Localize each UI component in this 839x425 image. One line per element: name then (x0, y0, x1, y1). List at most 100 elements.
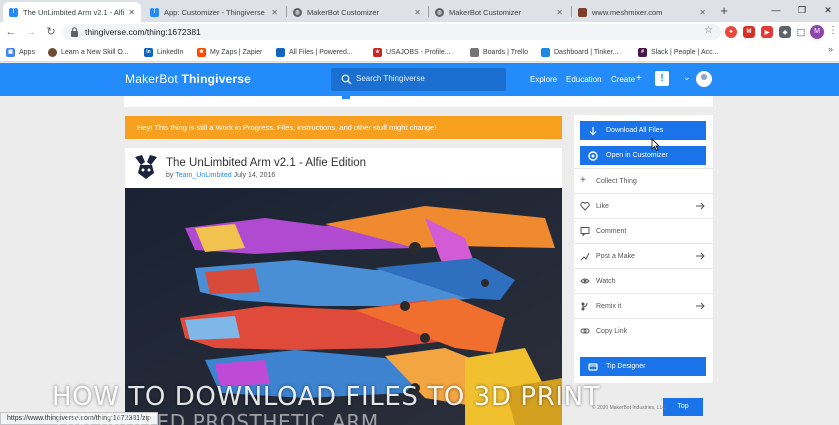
bookmark-item[interactable]: ★ USAJOBS - Profile... (373, 46, 451, 58)
content-top-strip (124, 96, 713, 107)
back-to-top-button[interactable]: Top (663, 398, 703, 416)
collect-thing-action[interactable]: + Collect Thing (574, 168, 713, 193)
bookmark-item[interactable]: Dashboard | Tinker... (541, 46, 618, 58)
arrow-right-icon (696, 252, 705, 260)
bookmark-label: Apps (19, 48, 35, 56)
work-in-progress-banner: Hey! This thing is still a Work in Progr… (125, 116, 562, 139)
action-label: Remix it (596, 302, 622, 310)
shield-extension-icon[interactable]: ◆ (779, 26, 791, 38)
tip-designer-button[interactable]: Tip Designer (580, 357, 706, 376)
logo-prefix: MakerBot (125, 72, 178, 86)
download-arrow-icon (589, 126, 597, 135)
tab-title: MakerBot Customizer (307, 7, 380, 17)
bookmark-item[interactable]: # Slack | People | Acc... (638, 46, 718, 58)
slack-icon: # (638, 47, 647, 57)
chevron-down-icon[interactable]: ⌄ (683, 72, 691, 83)
thing-byline: by Team_UnLimbited July 14, 2016 (166, 172, 275, 179)
bookmark-apps[interactable]: ▦ Apps (6, 46, 35, 58)
back-arrow-icon[interactable]: ← (4, 25, 18, 39)
link-icon (580, 328, 590, 334)
tip-designer-label: Tip Designer (606, 363, 646, 370)
search-input[interactable]: Search Thingiverse (331, 68, 506, 91)
nav-explore[interactable]: Explore (530, 75, 557, 84)
extensions-puzzle-icon[interactable]: ⬚ (795, 26, 807, 38)
gmail-extension-icon[interactable]: M (743, 26, 755, 38)
plus-icon: + (580, 175, 586, 186)
author-link[interactable]: Team_UnLimbited (175, 172, 231, 179)
publish-date: July 14, 2016 (233, 172, 276, 179)
close-tab-icon[interactable]: ✕ (414, 8, 421, 17)
page-content: Hey! This thing is still a Work in Progr… (0, 96, 839, 425)
tinkercad-icon (541, 47, 550, 57)
browser-menu-icon[interactable]: ⋮ (828, 25, 838, 36)
close-tab-icon[interactable]: ✕ (128, 8, 135, 17)
apps-grid-icon: ▦ (6, 47, 15, 57)
bookmark-label: All Files | Powered... (289, 48, 353, 56)
copy-link-action[interactable]: Copy Link (574, 318, 713, 343)
bookmark-item[interactable]: ✱ My Zaps | Zapier (197, 46, 262, 58)
nav-education[interactable]: Education (566, 75, 602, 84)
blue-accent (342, 96, 350, 99)
site-logo[interactable]: MakerBot Thingiverse (125, 72, 251, 86)
bookmark-item[interactable]: in LinkedIn (144, 46, 183, 58)
action-label: Comment (596, 227, 627, 235)
video-caption-subtitle: UNLIMBITED PROSTHETIC ARM (56, 410, 379, 425)
site-header: MakerBot Thingiverse Search Thingiverse … (0, 63, 839, 96)
bookmarks-overflow-icon[interactable]: » (828, 44, 833, 54)
remix-icon (581, 302, 588, 311)
user-avatar[interactable] (696, 71, 712, 87)
bookmark-item[interactable]: All Files | Powered... (276, 46, 353, 58)
close-window-button[interactable]: ✕ (818, 2, 838, 18)
close-tab-icon[interactable]: ✕ (271, 8, 278, 17)
bookmark-label: LinkedIn (157, 48, 184, 56)
like-action[interactable]: Like (574, 193, 713, 218)
post-a-make-action[interactable]: Post a Make (574, 243, 713, 268)
folder-icon (470, 47, 479, 57)
bookmark-item[interactable]: Learn a New Skill O... (48, 46, 129, 58)
action-label: Watch (596, 277, 616, 285)
browser-tab-active[interactable]: T The UnLimbited Arm v2.1 - Alfie ✕ (3, 2, 141, 22)
browser-tab[interactable]: T App: Customizer - Thingiverse ✕ (144, 2, 284, 22)
bookmark-item[interactable]: Boards | Trello (470, 46, 528, 58)
nav-create[interactable]: Create (611, 75, 635, 84)
new-tab-button[interactable]: + (716, 3, 732, 19)
remix-action[interactable]: Remix it (574, 293, 713, 318)
logo-brand: Thingiverse (181, 72, 252, 86)
download-all-label: Download All Files (606, 127, 664, 134)
minimize-window-button[interactable]: — (766, 2, 786, 18)
bookmark-label: Dashboard | Tinker... (554, 48, 619, 56)
plus-icon[interactable]: + (636, 73, 642, 84)
forward-arrow-icon[interactable]: → (24, 25, 38, 39)
globe-icon: ◍ (435, 7, 444, 17)
bookmark-label: Learn a New Skill O... (61, 48, 129, 56)
browser-tab[interactable]: www.meshmixer.com ✕ (572, 2, 712, 22)
globe-icon: ◍ (293, 7, 302, 17)
reload-icon[interactable]: ↻ (44, 25, 58, 39)
profile-avatar[interactable]: M (810, 25, 824, 39)
browser-tab[interactable]: ◍ MakerBot Customizer ✕ (287, 2, 427, 22)
browser-toolbar: ← → ↻ thingiverse.com/thing:1672381 ☆ ● … (0, 22, 839, 42)
comment-action[interactable]: Comment (574, 218, 713, 243)
notification-icon[interactable]: ! (655, 71, 669, 86)
meshmixer-favicon-icon (578, 7, 587, 17)
thing-header: The UnLimbited Arm v2.1 - Alfie Edition … (125, 148, 562, 188)
action-label: Collect Thing (596, 177, 637, 185)
bookmark-label: USAJOBS - Profile... (386, 48, 451, 56)
open-in-customizer-button[interactable]: Open in Customizer (580, 146, 706, 165)
lock-icon (71, 27, 78, 37)
eye-icon (580, 278, 590, 284)
creator-logo-icon[interactable] (132, 153, 160, 181)
address-bar[interactable]: thingiverse.com/thing:1672381 ☆ (63, 24, 721, 40)
close-tab-icon[interactable]: ✕ (556, 8, 563, 17)
browser-tab[interactable]: ◍ MakerBot Customizer ✕ (429, 2, 569, 22)
tab-title: The UnLimbited Arm v2.1 - Alfie (23, 7, 125, 17)
youtube-extension-icon[interactable]: ▶ (761, 26, 773, 38)
maximize-window-button[interactable]: ❐ (792, 2, 812, 18)
watch-action[interactable]: Watch (574, 268, 713, 293)
bookmark-star-icon[interactable]: ☆ (704, 25, 713, 36)
close-tab-icon[interactable]: ✕ (699, 8, 706, 17)
zapier-icon: ✱ (197, 47, 206, 57)
extension-icon[interactable]: ● (725, 26, 737, 38)
globe-icon (48, 47, 57, 57)
download-all-files-button[interactable]: Download All Files (580, 121, 706, 140)
